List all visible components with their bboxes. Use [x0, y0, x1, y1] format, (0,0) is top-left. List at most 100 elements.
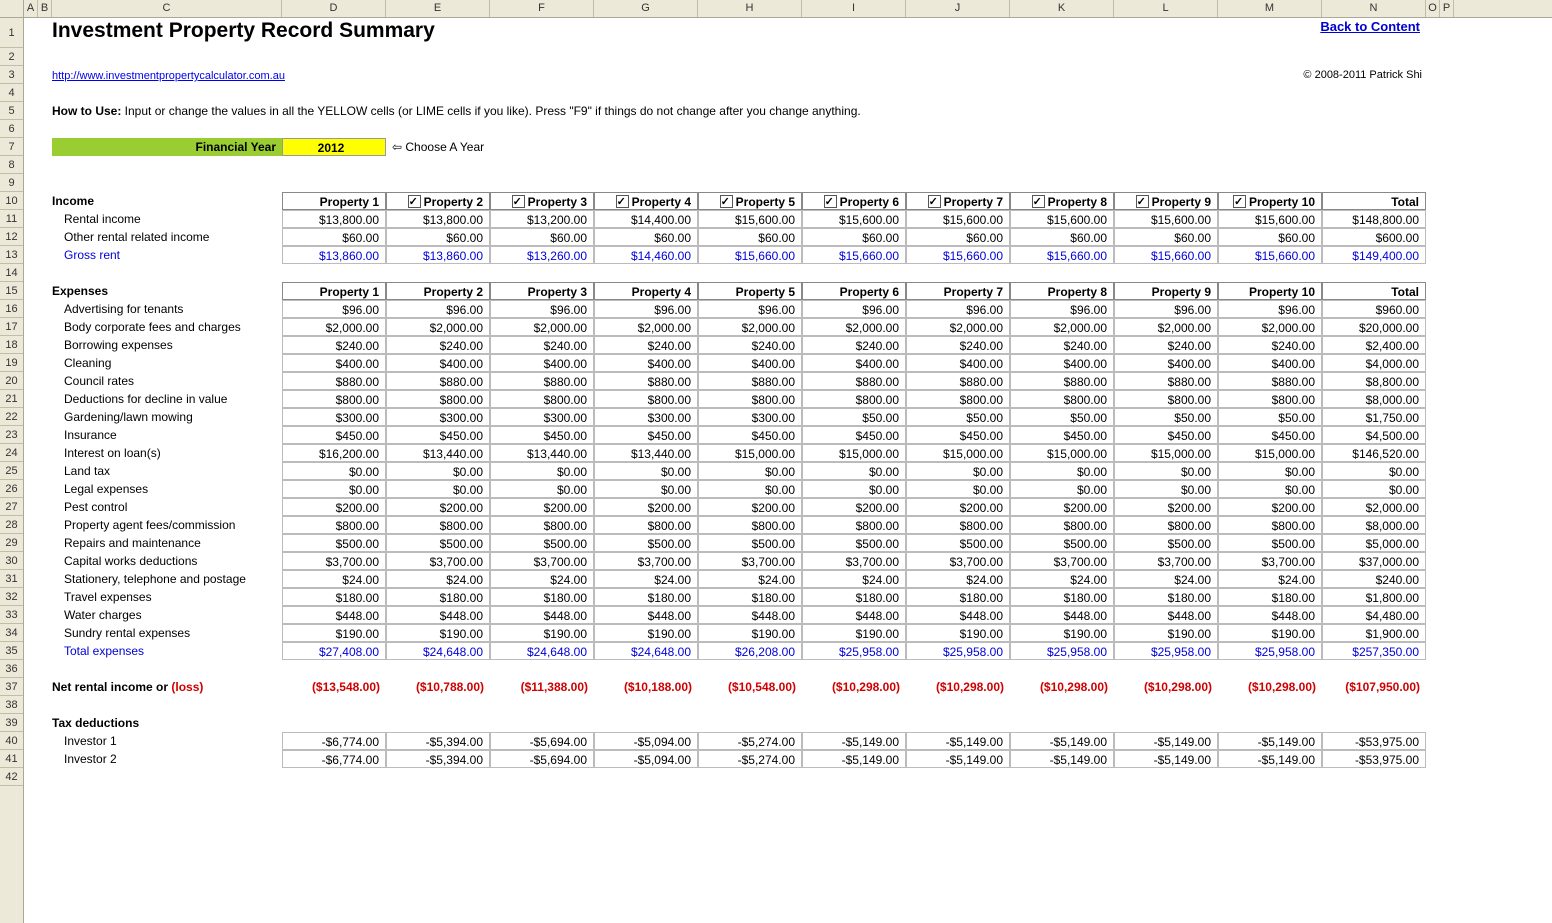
data-cell: $450.00 [594, 426, 698, 444]
row-header-1[interactable]: 1 [0, 18, 23, 48]
data-cell: $60.00 [1218, 228, 1322, 246]
column-header-M[interactable]: M [1218, 0, 1322, 17]
row-header-26[interactable]: 26 [0, 480, 23, 498]
data-cell: -$5,149.00 [802, 750, 906, 768]
data-cell: $13,260.00 [490, 246, 594, 264]
select-all-corner[interactable] [0, 0, 24, 18]
column-header-K[interactable]: K [1010, 0, 1114, 17]
row-header-18[interactable]: 18 [0, 336, 23, 354]
row-header-15[interactable]: 15 [0, 282, 23, 300]
row-header-23[interactable]: 23 [0, 426, 23, 444]
external-link-text[interactable]: http://www.investmentpropertycalculator.… [52, 70, 285, 82]
column-header-D[interactable]: D [282, 0, 386, 17]
data-cell: $500.00 [282, 534, 386, 552]
row-header-30[interactable]: 30 [0, 552, 23, 570]
column-header-O[interactable]: O [1426, 0, 1440, 17]
include-property-checkbox-4[interactable] [616, 195, 629, 208]
row-header-4[interactable]: 4 [0, 84, 23, 102]
row-header-27[interactable]: 27 [0, 498, 23, 516]
net-rental-label-text: Net rental income or [52, 680, 171, 694]
row-header-32[interactable]: 32 [0, 588, 23, 606]
data-cell: $800.00 [1010, 516, 1114, 534]
row-header-38[interactable]: 38 [0, 696, 23, 714]
row-header-42[interactable]: 42 [0, 768, 23, 786]
row-header-19[interactable]: 19 [0, 354, 23, 372]
include-property-checkbox-5[interactable] [720, 195, 733, 208]
row-header-28[interactable]: 28 [0, 516, 23, 534]
column-header-B[interactable]: B [38, 0, 52, 17]
row-header-33[interactable]: 33 [0, 606, 23, 624]
row-header-3[interactable]: 3 [0, 66, 23, 84]
row-header-14[interactable]: 14 [0, 264, 23, 282]
include-property-checkbox-7[interactable] [928, 195, 941, 208]
column-header-F[interactable]: F [490, 0, 594, 17]
row-header-36[interactable]: 36 [0, 660, 23, 678]
row-header-40[interactable]: 40 [0, 732, 23, 750]
include-property-checkbox-3[interactable] [512, 195, 525, 208]
row-header-41[interactable]: 41 [0, 750, 23, 768]
back-to-content-link-text[interactable]: Back to Content [1320, 19, 1420, 34]
row-header-16[interactable]: 16 [0, 300, 23, 318]
include-property-checkbox-10[interactable] [1233, 195, 1246, 208]
row-header-21[interactable]: 21 [0, 390, 23, 408]
row-header-31[interactable]: 31 [0, 570, 23, 588]
row-header-7[interactable]: 7 [0, 138, 23, 156]
include-property-checkbox-6[interactable] [824, 195, 837, 208]
data-cell: $13,860.00 [282, 246, 386, 264]
worksheet-grid[interactable]: Investment Property Record SummaryBack t… [24, 18, 1552, 923]
row-header-37[interactable]: 37 [0, 678, 23, 696]
row-header-8[interactable]: 8 [0, 156, 23, 174]
data-cell: $800.00 [490, 516, 594, 534]
row-header-9[interactable]: 9 [0, 174, 23, 192]
external-link[interactable]: http://www.investmentpropertycalculator.… [52, 66, 802, 84]
include-property-checkbox-8[interactable] [1032, 195, 1045, 208]
row-header-39[interactable]: 39 [0, 714, 23, 732]
row-header-20[interactable]: 20 [0, 372, 23, 390]
column-header-L[interactable]: L [1114, 0, 1218, 17]
column-header-H[interactable]: H [698, 0, 802, 17]
net-value: ($10,298.00) [1010, 678, 1114, 696]
financial-year-input[interactable]: 2012 [282, 138, 386, 156]
include-property-checkbox-9[interactable] [1136, 195, 1149, 208]
row-header-25[interactable]: 25 [0, 462, 23, 480]
data-cell: $300.00 [386, 408, 490, 426]
column-header-A[interactable]: A [24, 0, 38, 17]
data-cell: $0.00 [1114, 462, 1218, 480]
row-header-5[interactable]: 5 [0, 102, 23, 120]
data-cell: $96.00 [1218, 300, 1322, 318]
row-header-22[interactable]: 22 [0, 408, 23, 426]
column-header-N[interactable]: N [1322, 0, 1426, 17]
row-header-29[interactable]: 29 [0, 534, 23, 552]
column-header-E[interactable]: E [386, 0, 490, 17]
row-header-24[interactable]: 24 [0, 444, 23, 462]
row-header-6[interactable]: 6 [0, 120, 23, 138]
data-cell: $24.00 [1218, 570, 1322, 588]
include-property-checkbox-2[interactable] [408, 195, 421, 208]
column-header-C[interactable]: C [52, 0, 282, 17]
row-header-13[interactable]: 13 [0, 246, 23, 264]
data-cell: $1,900.00 [1322, 624, 1426, 642]
data-cell: $190.00 [906, 624, 1010, 642]
data-cell: -$6,774.00 [282, 750, 386, 768]
row-header-11[interactable]: 11 [0, 210, 23, 228]
row-header-12[interactable]: 12 [0, 228, 23, 246]
data-cell: $96.00 [906, 300, 1010, 318]
column-header-J[interactable]: J [906, 0, 1010, 17]
column-header-G[interactable]: G [594, 0, 698, 17]
data-cell: $500.00 [1114, 534, 1218, 552]
row-header-34[interactable]: 34 [0, 624, 23, 642]
back-to-content-link[interactable]: Back to Content [1114, 18, 1426, 48]
data-cell: $800.00 [906, 390, 1010, 408]
row-header-35[interactable]: 35 [0, 642, 23, 660]
data-cell: $60.00 [1114, 228, 1218, 246]
row-header-2[interactable]: 2 [0, 48, 23, 66]
data-cell: $800.00 [1114, 516, 1218, 534]
data-cell: $2,000.00 [1322, 498, 1426, 516]
row-header-17[interactable]: 17 [0, 318, 23, 336]
row-header-10[interactable]: 10 [0, 192, 23, 210]
property-header-5: Property 5 [698, 192, 802, 210]
column-header-I[interactable]: I [802, 0, 906, 17]
data-cell: $3,700.00 [282, 552, 386, 570]
column-header-P[interactable]: P [1440, 0, 1454, 17]
net-value: ($10,788.00) [386, 678, 490, 696]
